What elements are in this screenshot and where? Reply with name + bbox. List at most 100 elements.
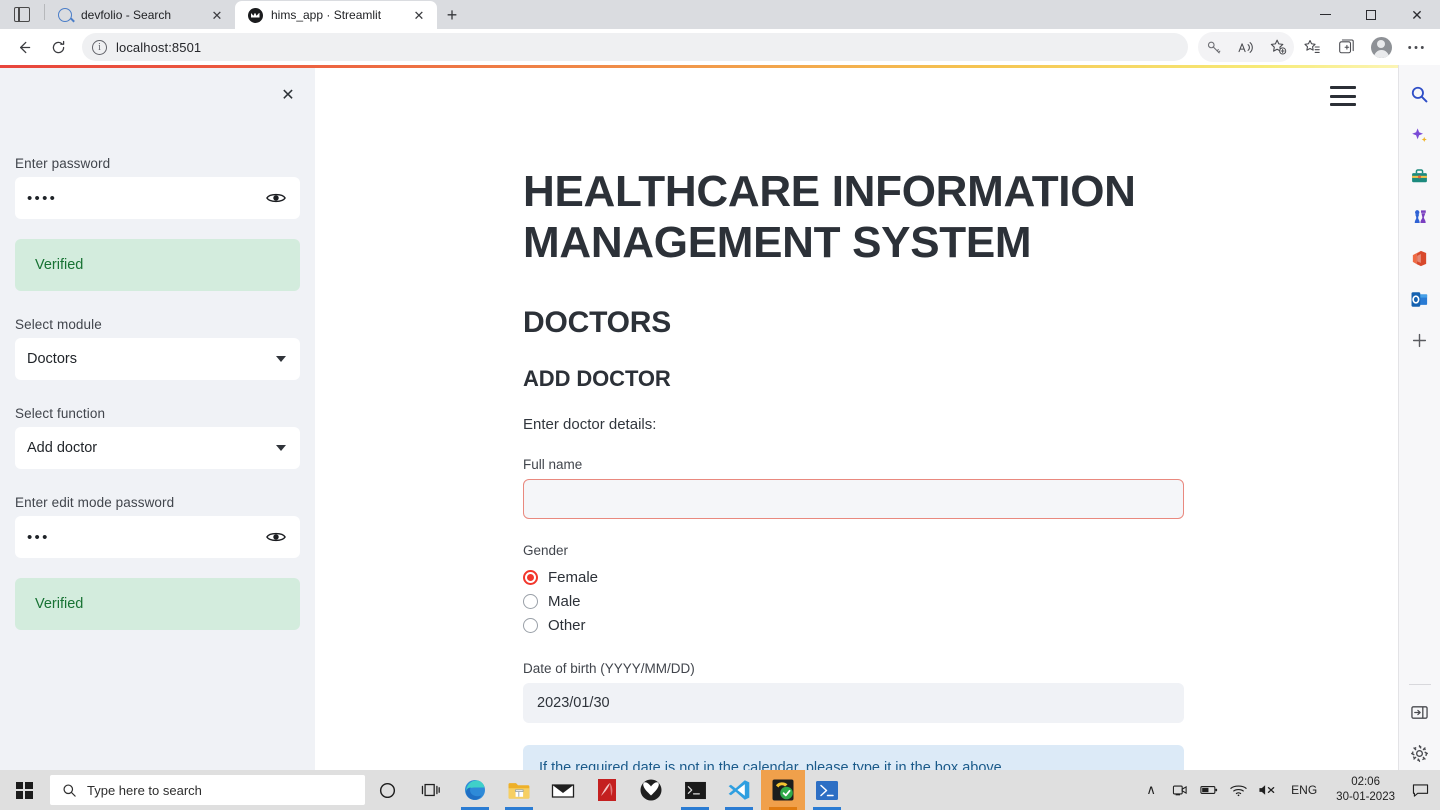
taskbar-app-mail-icon[interactable] bbox=[541, 770, 585, 810]
taskbar-app-powershell-icon[interactable] bbox=[805, 770, 849, 810]
tab-search-button[interactable] bbox=[0, 0, 44, 29]
radio-label: Female bbox=[548, 568, 599, 586]
full-name-input[interactable] bbox=[523, 479, 1184, 519]
taskbar-app-adobe-icon[interactable] bbox=[585, 770, 629, 810]
dob-input[interactable]: 2023/01/30 bbox=[523, 683, 1184, 723]
system-tray: ∧ ENG 02:06 30-01-2023 bbox=[1138, 770, 1440, 810]
select-function-value: Add doctor bbox=[27, 440, 98, 456]
add-tool-icon[interactable] bbox=[1405, 325, 1435, 355]
taskbar-app-edge-icon[interactable] bbox=[453, 770, 497, 810]
browser-tab-hims-app[interactable]: hims_app · Streamlit ✕ bbox=[235, 1, 437, 29]
password-input[interactable]: •••• bbox=[15, 177, 300, 219]
radio-icon[interactable] bbox=[523, 617, 538, 633]
browser-titlebar: devfolio - Search ✕ hims_app · Streamlit… bbox=[0, 0, 1440, 29]
browser-toolbar: i localhost:8501 bbox=[0, 29, 1440, 65]
search-icon[interactable] bbox=[1405, 79, 1435, 109]
select-function-dropdown[interactable]: Add doctor bbox=[15, 427, 300, 469]
section-title: DOCTORS bbox=[523, 306, 672, 339]
radio-label: Male bbox=[548, 592, 581, 610]
cortana-icon[interactable] bbox=[365, 770, 409, 810]
wifi-icon[interactable] bbox=[1225, 770, 1251, 810]
select-module-value: Doctors bbox=[27, 351, 77, 367]
show-password-icon[interactable] bbox=[266, 530, 286, 544]
dob-value: 2023/01/30 bbox=[537, 695, 610, 711]
edge-sidebar bbox=[1398, 65, 1440, 787]
gender-option-male[interactable]: Male bbox=[523, 589, 1200, 613]
tab-title: devfolio - Search bbox=[81, 8, 172, 22]
notification-icon[interactable] bbox=[1406, 770, 1434, 810]
chevron-down-icon bbox=[276, 445, 286, 451]
page-title: HEALTHCARE INFORMATION MANAGEMENT SYSTEM bbox=[523, 167, 1136, 267]
back-button[interactable] bbox=[8, 32, 40, 62]
select-module-dropdown[interactable]: Doctors bbox=[15, 338, 300, 380]
taskbar-app-file-explorer-icon[interactable] bbox=[497, 770, 541, 810]
camera-icon[interactable] bbox=[1167, 770, 1193, 810]
settings-more-icon[interactable] bbox=[1400, 32, 1432, 62]
gender-option-other[interactable]: Other bbox=[523, 613, 1200, 637]
task-view-icon[interactable] bbox=[409, 770, 453, 810]
edit-password-verified-status: Verified bbox=[15, 578, 300, 630]
favorites-icon[interactable] bbox=[1296, 32, 1328, 62]
taskbar-app-terminal-icon[interactable] bbox=[673, 770, 717, 810]
taskbar-app-active-icon[interactable] bbox=[761, 770, 805, 810]
address-bar[interactable]: i localhost:8501 bbox=[82, 33, 1188, 61]
tray-language[interactable]: ENG bbox=[1283, 783, 1325, 797]
show-password-icon[interactable] bbox=[266, 191, 286, 205]
dob-label: Date of birth (YYYY/MM/DD) bbox=[523, 661, 695, 676]
tray-date: 30-01-2023 bbox=[1336, 791, 1395, 803]
settings-gear-icon[interactable] bbox=[1405, 738, 1435, 768]
taskbar-app-vscode-icon[interactable] bbox=[717, 770, 761, 810]
full-name-label: Full name bbox=[523, 457, 583, 472]
new-tab-button[interactable]: + bbox=[437, 1, 467, 29]
volume-muted-icon[interactable] bbox=[1254, 770, 1280, 810]
maximize-button[interactable] bbox=[1348, 0, 1394, 29]
copilot-icon[interactable] bbox=[1405, 120, 1435, 150]
sidebar-toggle-icon[interactable] bbox=[1405, 697, 1435, 727]
shopping-icon[interactable] bbox=[1405, 161, 1435, 191]
read-aloud-icon[interactable] bbox=[1230, 32, 1262, 62]
windows-start-icon[interactable] bbox=[0, 770, 48, 810]
sidebar-close-button[interactable]: ✕ bbox=[275, 82, 301, 108]
window-controls: ✕ bbox=[1302, 0, 1440, 29]
collections-icon[interactable] bbox=[1330, 32, 1362, 62]
main-menu-icon[interactable] bbox=[1330, 86, 1356, 106]
games-icon[interactable] bbox=[1405, 202, 1435, 232]
windows-taskbar: Type here to search ∧ ENG 02:06 30-01-20… bbox=[0, 770, 1440, 810]
profile-avatar[interactable] bbox=[1364, 32, 1398, 62]
office-icon[interactable] bbox=[1405, 243, 1435, 273]
taskbar-search-placeholder: Type here to search bbox=[87, 782, 202, 798]
radio-icon[interactable] bbox=[523, 593, 538, 609]
close-window-button[interactable]: ✕ bbox=[1394, 0, 1440, 29]
battery-icon[interactable] bbox=[1196, 770, 1222, 810]
gender-option-female[interactable]: Female bbox=[523, 565, 1200, 589]
gender-label: Gender bbox=[523, 543, 569, 558]
chevron-down-icon bbox=[276, 356, 286, 362]
taskbar-search-input[interactable]: Type here to search bbox=[50, 775, 365, 805]
search-icon bbox=[63, 783, 76, 797]
minimize-button[interactable] bbox=[1302, 0, 1348, 29]
key-icon[interactable] bbox=[1198, 32, 1230, 62]
streamlit-sidebar: ✕ Enter password •••• Verified Select mo… bbox=[0, 68, 315, 787]
tab-close-button[interactable]: ✕ bbox=[409, 5, 429, 25]
password-label: Enter password bbox=[15, 156, 111, 171]
outlook-icon[interactable] bbox=[1405, 284, 1435, 314]
add-favorite-icon[interactable] bbox=[1262, 32, 1294, 62]
reload-button[interactable] bbox=[42, 32, 74, 62]
edit-mode-password-input[interactable]: ••• bbox=[15, 516, 300, 558]
radio-icon[interactable] bbox=[523, 569, 538, 585]
tray-expand-chevron[interactable]: ∧ bbox=[1138, 770, 1164, 810]
toolbar-icons bbox=[1198, 32, 1432, 62]
select-function-label: Select function bbox=[15, 406, 106, 421]
tab-close-button[interactable]: ✕ bbox=[207, 5, 227, 25]
browser-tab-devfolio[interactable]: devfolio - Search ✕ bbox=[45, 1, 235, 29]
taskbar-app-xbox-icon[interactable] bbox=[629, 770, 673, 810]
site-info-icon[interactable]: i bbox=[92, 39, 107, 55]
address-url-text: localhost:8501 bbox=[116, 39, 202, 55]
tray-clock[interactable]: 02:06 30-01-2023 bbox=[1328, 775, 1403, 805]
screen: devfolio - Search ✕ hims_app · Streamlit… bbox=[0, 0, 1440, 810]
streamlit-main: HEALTHCARE INFORMATION MANAGEMENT SYSTEM… bbox=[315, 68, 1398, 787]
intro-text: Enter doctor details: bbox=[523, 416, 657, 433]
streamlit-page: ✕ Enter password •••• Verified Select mo… bbox=[0, 65, 1440, 787]
password-value: •••• bbox=[27, 189, 58, 207]
streamlit-favicon-icon bbox=[247, 7, 263, 23]
